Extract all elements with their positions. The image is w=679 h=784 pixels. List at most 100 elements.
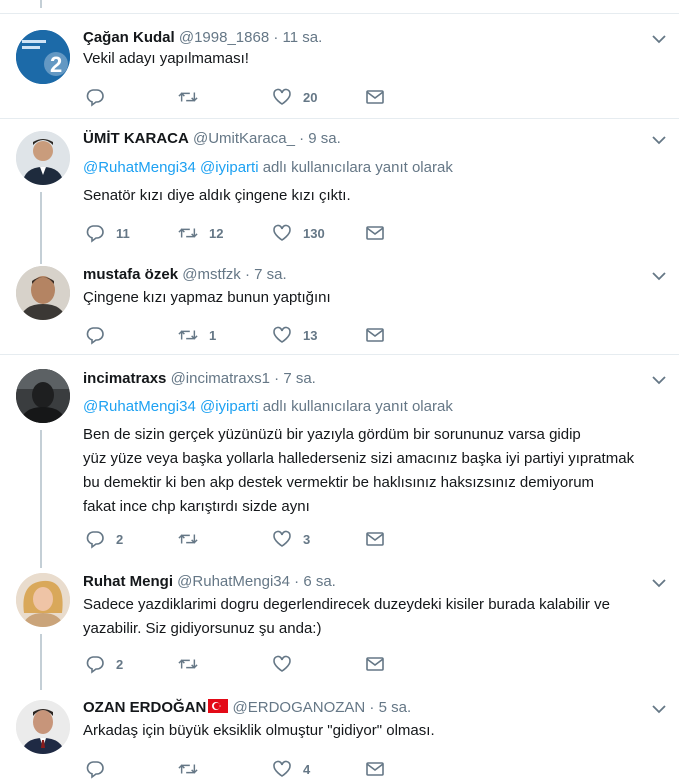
author-handle[interactable]: @mstfzk	[182, 266, 241, 283]
thread-line	[40, 634, 42, 690]
retweet-button[interactable]: 12	[178, 221, 223, 245]
message-button[interactable]	[365, 757, 385, 781]
retweet-icon	[178, 764, 198, 774]
chevron-down-icon[interactable]	[651, 372, 667, 388]
avatar[interactable]	[16, 369, 70, 423]
retweet-button[interactable]	[178, 85, 209, 109]
avatar[interactable]	[16, 700, 70, 754]
author-handle[interactable]: @RuhatMengi34	[177, 573, 290, 590]
reply-button[interactable]: 2	[85, 527, 123, 551]
tweet[interactable]: Ruhat Mengi @RuhatMengi34 · 6 sa. Sadece…	[0, 563, 679, 685]
tweet-text: Sadece yazdiklarimi dogru degerlendirece…	[83, 596, 610, 637]
reply-count: 2	[116, 656, 124, 672]
retweet-button[interactable]	[178, 527, 209, 551]
reply-icon	[86, 656, 104, 674]
reply-icon	[86, 327, 104, 345]
mention-link[interactable]: @iyiparti	[200, 159, 259, 176]
heart-icon	[273, 760, 291, 777]
reply-count: 2	[116, 531, 124, 547]
envelope-icon	[366, 328, 384, 342]
heart-icon	[273, 530, 291, 547]
tweet[interactable]: OZAN ERDOĞAN @ERDOGANOZAN · 5 sa. Arkada…	[0, 686, 679, 784]
retweet-icon	[178, 228, 198, 238]
retweet-button[interactable]	[178, 652, 209, 676]
like-button[interactable]: 3	[272, 527, 310, 551]
like-button[interactable]: 4	[272, 757, 310, 781]
reply-button[interactable]	[85, 323, 116, 347]
envelope-icon	[366, 226, 384, 240]
reply-icon	[86, 225, 104, 243]
mention-link[interactable]: @RuhatMengi34	[83, 398, 196, 415]
tweet[interactable]: 2 Çağan Kudal @1998_1868 · 11 sa. Vekil …	[0, 14, 679, 118]
author-name[interactable]: Ruhat Mengi	[83, 573, 173, 590]
author-handle[interactable]: @incimatraxs1	[171, 370, 270, 387]
author-name[interactable]: mustafa özek	[83, 266, 178, 283]
chevron-down-icon[interactable]	[651, 268, 667, 284]
author-name[interactable]: Çağan Kudal	[83, 29, 175, 46]
reply-button[interactable]: 11	[85, 221, 130, 245]
thread-line	[40, 0, 42, 8]
avatar[interactable]	[16, 573, 70, 627]
message-button[interactable]	[365, 221, 385, 245]
author-name[interactable]: ÜMİT KARACA	[83, 130, 189, 147]
retweet-icon	[178, 534, 198, 544]
timestamp[interactable]: 7 sa.	[254, 266, 287, 283]
message-button[interactable]	[365, 527, 385, 551]
tweet[interactable]: mustafa özek @mstfzk · 7 sa. Çingene kız…	[0, 256, 679, 354]
avatar[interactable]: 2	[16, 30, 70, 84]
mention-link[interactable]: @iyiparti	[200, 398, 259, 415]
avatar[interactable]	[16, 131, 70, 185]
author-name[interactable]: OZAN ERDOĞAN	[83, 699, 206, 716]
retweet-icon	[178, 92, 198, 102]
retweet-count: 12	[209, 225, 224, 241]
message-button[interactable]	[365, 652, 385, 676]
chevron-down-icon[interactable]	[651, 132, 667, 148]
heart-icon	[273, 88, 291, 105]
like-count: 4	[303, 761, 311, 777]
reply-button[interactable]: 2	[85, 652, 123, 676]
reply-icon	[86, 89, 104, 107]
heart-icon	[273, 326, 291, 343]
reply-button[interactable]	[85, 85, 116, 109]
like-button[interactable]: 20	[272, 85, 317, 109]
chevron-down-icon[interactable]	[651, 575, 667, 591]
mention-link[interactable]: @RuhatMengi34	[83, 159, 196, 176]
like-button[interactable]: 130	[272, 221, 325, 245]
retweet-icon	[178, 330, 198, 340]
like-count: 130	[303, 225, 325, 241]
like-count: 13	[303, 327, 318, 343]
envelope-icon	[366, 90, 384, 104]
timestamp[interactable]: 5 sa.	[379, 699, 412, 716]
chevron-down-icon[interactable]	[651, 31, 667, 47]
like-count: 3	[303, 531, 311, 547]
tweet[interactable]: ÜMİT KARACA @UmitKaraca_ · 9 sa. @RuhatM…	[0, 119, 679, 255]
author-name[interactable]: incimatraxs	[83, 370, 166, 387]
timestamp[interactable]: 11 sa.	[283, 29, 323, 46]
envelope-icon	[366, 657, 384, 671]
chevron-down-icon[interactable]	[651, 701, 667, 717]
like-button[interactable]	[272, 652, 303, 676]
avatar[interactable]	[16, 266, 70, 320]
author-handle[interactable]: @UmitKaraca_	[193, 130, 295, 147]
reply-icon	[86, 761, 104, 779]
timestamp[interactable]: 9 sa.	[308, 130, 341, 147]
tweet[interactable]: incimatraxs @incimatraxs1 · 7 sa. @Ruhat…	[0, 355, 679, 562]
reply-button[interactable]	[85, 757, 116, 781]
message-button[interactable]	[365, 323, 385, 347]
heart-icon	[273, 655, 291, 672]
like-button[interactable]: 13	[272, 323, 317, 347]
reply-icon	[86, 531, 104, 549]
thread-line	[40, 192, 42, 264]
like-count: 20	[303, 89, 318, 105]
tweet-text: Çingene kızı yapmaz bunun yaptığını	[83, 289, 331, 306]
author-handle[interactable]: @ERDOGANOZAN	[233, 699, 366, 716]
timestamp[interactable]: 7 sa.	[283, 370, 316, 387]
retweet-button[interactable]	[178, 757, 209, 781]
retweet-button[interactable]: 1	[178, 323, 216, 347]
timestamp[interactable]: 6 sa.	[303, 573, 336, 590]
reply-count: 11	[116, 225, 130, 241]
author-handle[interactable]: @1998_1868	[179, 29, 269, 46]
message-button[interactable]	[365, 85, 385, 109]
tweet-text: Vekil adayı yapılmaması!	[83, 50, 249, 67]
tweet-text: Senatör kızı diye aldık çingene kızı çık…	[83, 187, 351, 204]
